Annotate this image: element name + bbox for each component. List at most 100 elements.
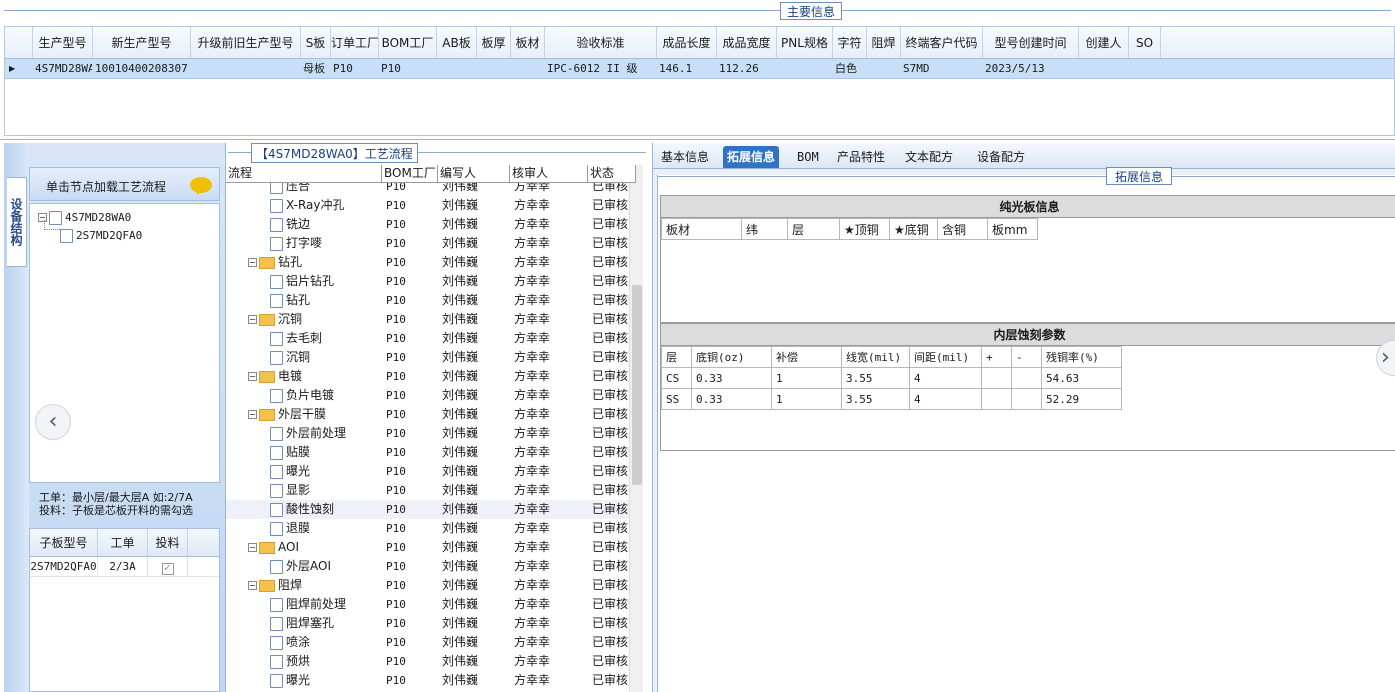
col-3[interactable]: S板 bbox=[301, 27, 331, 58]
tab-ext-info[interactable]: 拓展信息 bbox=[723, 146, 780, 168]
expand-toggle-icon[interactable]: − bbox=[248, 372, 257, 381]
col-14[interactable]: 阻焊 bbox=[867, 27, 901, 58]
prev-arrow-button[interactable]: ‹ bbox=[35, 404, 71, 440]
process-row[interactable]: 阻焊前处理 P10 刘伟巍 方幸幸 已审核 bbox=[226, 595, 636, 614]
col-7[interactable]: 板厚 bbox=[477, 27, 511, 58]
inner-cell[interactable] bbox=[981, 388, 1012, 410]
process-row[interactable]: − 沉铜 P10 刘伟巍 方幸幸 已审核 bbox=[226, 310, 636, 329]
cell-7[interactable] bbox=[477, 59, 511, 78]
col-12[interactable]: PNL规格 bbox=[777, 27, 833, 58]
process-row[interactable]: 喷涂 P10 刘伟巍 方幸幸 已审核 bbox=[226, 633, 636, 652]
process-row[interactable]: 预烘 P10 刘伟巍 方幸幸 已审核 bbox=[226, 652, 636, 671]
cell-12[interactable] bbox=[777, 59, 833, 78]
expand-toggle-icon[interactable]: − bbox=[248, 581, 257, 590]
process-row[interactable]: 打字嘜 P10 刘伟巍 方幸幸 已审核 bbox=[226, 234, 636, 253]
col-flow[interactable]: 流程 bbox=[226, 165, 382, 182]
bare-col-5[interactable]: 含铜 bbox=[937, 218, 988, 240]
cell-18[interactable] bbox=[1129, 59, 1161, 78]
process-row[interactable]: 负片电镀 P10 刘伟巍 方幸幸 已审核 bbox=[226, 386, 636, 405]
cell-3[interactable]: 母板 bbox=[301, 59, 331, 78]
process-row[interactable]: − 电镀 P10 刘伟巍 方幸幸 已审核 bbox=[226, 367, 636, 386]
inner-cell[interactable]: 0.33 bbox=[691, 388, 772, 410]
process-row[interactable]: X-Ray冲孔 P10 刘伟巍 方幸幸 已审核 bbox=[226, 196, 636, 215]
col-5[interactable]: BOM工厂 bbox=[379, 27, 437, 58]
cell-8[interactable] bbox=[511, 59, 545, 78]
expand-toggle-icon[interactable]: − bbox=[248, 258, 257, 267]
tree-node-child[interactable]: 2S7MD2QFA0 bbox=[60, 228, 142, 243]
process-row[interactable]: 沉铜 P10 刘伟巍 方幸幸 已审核 bbox=[226, 348, 636, 367]
inner-cell[interactable]: 4 bbox=[909, 367, 982, 389]
process-row[interactable]: − AOI P10 刘伟巍 方幸幸 已审核 bbox=[226, 538, 636, 557]
cell-1[interactable]: 10010400208307 bbox=[93, 59, 191, 78]
cell-5[interactable]: P10 bbox=[379, 59, 437, 78]
inner-cell[interactable] bbox=[981, 367, 1012, 389]
col-2[interactable]: 升级前旧生产型号 bbox=[191, 27, 301, 58]
bare-col-3[interactable]: ★顶铜 bbox=[839, 218, 890, 240]
col-subboard-model[interactable]: 子板型号 bbox=[30, 529, 98, 556]
cell-11[interactable]: 112.26 bbox=[717, 59, 777, 78]
inner-cell[interactable]: 1 bbox=[771, 367, 842, 389]
col-4[interactable]: 订单工厂 bbox=[331, 27, 379, 58]
expand-toggle-icon[interactable]: − bbox=[248, 543, 257, 552]
inner-row[interactable]: CS 0.33 1 3.55 4 54.63 bbox=[661, 367, 1122, 389]
inner-col-3[interactable]: 线宽(mil) bbox=[841, 346, 910, 368]
col-15[interactable]: 终端客户代码 bbox=[901, 27, 983, 58]
inner-cell[interactable]: 4 bbox=[909, 388, 982, 410]
inner-cell[interactable]: SS bbox=[661, 388, 692, 410]
col-reviewer[interactable]: 核审人 bbox=[510, 165, 588, 182]
bare-col-0[interactable]: 板材 bbox=[661, 218, 742, 240]
col-10[interactable]: 成品长度 bbox=[657, 27, 717, 58]
load-process-header[interactable]: 单击节点加载工艺流程 bbox=[29, 167, 220, 201]
cell-14[interactable] bbox=[867, 59, 901, 78]
cell-10[interactable]: 146.1 bbox=[657, 59, 717, 78]
tab-text-recipe[interactable]: 文本配方 bbox=[901, 146, 957, 168]
tab-bom[interactable]: BOM bbox=[793, 146, 823, 168]
inner-cell[interactable]: 3.55 bbox=[841, 367, 910, 389]
tab-product-features[interactable]: 产品特性 bbox=[833, 146, 889, 168]
cell-16[interactable]: 2023/5/13 bbox=[983, 59, 1079, 78]
process-scrollbar[interactable] bbox=[629, 165, 643, 692]
inner-cell[interactable]: 1 bbox=[771, 388, 842, 410]
col-11[interactable]: 成品宽度 bbox=[717, 27, 777, 58]
order-cell[interactable]: 2/3A bbox=[98, 557, 148, 576]
inner-col-2[interactable]: 补偿 bbox=[771, 346, 842, 368]
process-row[interactable]: 酸性蚀刻 P10 刘伟巍 方幸幸 已审核 bbox=[226, 500, 636, 519]
col-8[interactable]: 板材 bbox=[511, 27, 545, 58]
inner-row[interactable]: SS 0.33 1 3.55 4 52.29 bbox=[661, 388, 1122, 410]
inner-cell[interactable] bbox=[1011, 367, 1042, 389]
inner-cell[interactable]: 3.55 bbox=[841, 388, 910, 410]
inner-col-0[interactable]: 层 bbox=[661, 346, 692, 368]
process-row[interactable]: 曝光 P10 刘伟巍 方幸幸 已审核 bbox=[226, 462, 636, 481]
inner-cell[interactable]: CS bbox=[661, 367, 692, 389]
side-tab-equipment-structure[interactable]: 设备结构 bbox=[7, 177, 27, 267]
process-row[interactable]: 外层AOI P10 刘伟巍 方幸幸 已审核 bbox=[226, 557, 636, 576]
bare-col-6[interactable]: 板mm bbox=[987, 218, 1038, 240]
col-1[interactable]: 新生产型号 bbox=[93, 27, 191, 58]
inner-col-7[interactable]: 残铜率(%) bbox=[1041, 346, 1122, 368]
col-0[interactable]: 生产型号 bbox=[33, 27, 93, 58]
process-row[interactable]: 铣边 P10 刘伟巍 方幸幸 已审核 bbox=[226, 215, 636, 234]
process-row[interactable]: 退膜 P10 刘伟巍 方幸幸 已审核 bbox=[226, 519, 636, 538]
inner-cell[interactable] bbox=[1011, 388, 1042, 410]
inner-col-5[interactable]: + bbox=[981, 346, 1012, 368]
inner-cell[interactable]: 52.29 bbox=[1041, 388, 1122, 410]
process-row[interactable]: 曝光 P10 刘伟巍 方幸幸 已审核 bbox=[226, 671, 636, 690]
bare-col-4[interactable]: ★底铜 bbox=[889, 218, 938, 240]
inner-col-4[interactable]: 间距(mil) bbox=[909, 346, 982, 368]
cell-17[interactable] bbox=[1079, 59, 1129, 78]
bare-col-2[interactable]: 层 bbox=[787, 218, 840, 240]
tab-equipment-recipe[interactable]: 设备配方 bbox=[973, 146, 1029, 168]
tab-basic-info[interactable]: 基本信息 bbox=[657, 146, 713, 168]
scroll-thumb[interactable] bbox=[632, 285, 642, 485]
cell-0[interactable]: 4S7MD28WA0 bbox=[33, 59, 93, 78]
expand-toggle-icon[interactable]: − bbox=[248, 410, 257, 419]
feed-checkbox[interactable]: ✓ bbox=[148, 557, 188, 576]
row-selector-arrow-icon[interactable]: ▶ bbox=[5, 59, 33, 78]
bare-col-1[interactable]: 纬 bbox=[741, 218, 788, 240]
cell-6[interactable] bbox=[437, 59, 477, 78]
col-17[interactable]: 创建人 bbox=[1079, 27, 1129, 58]
process-row[interactable]: − 外层干膜 P10 刘伟巍 方幸幸 已审核 bbox=[226, 405, 636, 424]
process-row[interactable]: 铝片钻孔 P10 刘伟巍 方幸幸 已审核 bbox=[226, 272, 636, 291]
col-9[interactable]: 验收标准 bbox=[545, 27, 657, 58]
col-16[interactable]: 型号创建时间 bbox=[983, 27, 1079, 58]
